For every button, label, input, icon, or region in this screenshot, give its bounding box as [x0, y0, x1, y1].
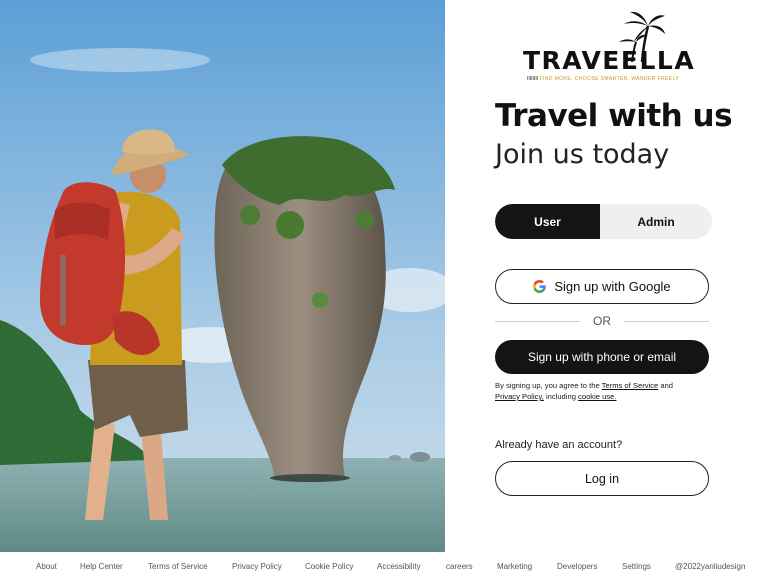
brand-tagline-text: FIND MORE. CHOOSE SMARTER. WANDER FREELY	[539, 76, 680, 82]
google-signup-button[interactable]: Sign up with Google	[495, 269, 709, 304]
footer-link-cookie[interactable]: Cookie Policy	[305, 562, 353, 571]
footer-link-help-center[interactable]: Help Center	[80, 562, 123, 571]
google-icon	[533, 280, 547, 293]
page-subtitle: Join us today	[495, 139, 670, 170]
terms-notice: By signing up, you agree to the Terms of…	[495, 380, 715, 402]
footer-link-developers[interactable]: Developers	[557, 562, 597, 571]
login-button[interactable]: Log in	[495, 461, 709, 496]
footer-link-settings[interactable]: Settings	[622, 562, 651, 571]
login-prompt: Already have an account?	[495, 439, 623, 451]
footer-link-marketing[interactable]: Marketing	[497, 562, 532, 571]
page-title: Travel with us	[495, 98, 733, 134]
signup-panel: TRAVEELLA IIIIIIII FIND MORE. CHOOSE SMA…	[445, 0, 778, 552]
footer-link-terms[interactable]: Terms of Service	[148, 562, 208, 571]
privacy-policy-link[interactable]: Privacy Policy,	[495, 392, 544, 401]
footer-link-accessibility[interactable]: Accessibility	[377, 562, 421, 571]
cookie-use-link[interactable]: cookie use.	[578, 392, 616, 401]
travel-photo	[0, 0, 445, 552]
role-option-user[interactable]: User	[495, 204, 600, 239]
footer-credit[interactable]: @2022yanliudesign	[675, 562, 745, 571]
role-option-admin[interactable]: Admin	[600, 204, 712, 239]
terms-of-service-link[interactable]: Terms of Service	[602, 381, 659, 390]
role-toggle: User Admin	[495, 204, 712, 239]
divider-line-right	[624, 321, 709, 322]
phone-email-signup-button[interactable]: Sign up with phone or email	[495, 340, 709, 374]
brand-tagline: IIIIIIII FIND MORE. CHOOSE SMARTER. WAND…	[527, 76, 680, 82]
brand-logo: TRAVEELLA IIIIIIII FIND MORE. CHOOSE SMA…	[523, 10, 694, 86]
brand-wordmark: TRAVEELLA	[523, 46, 696, 75]
terms-prefix: By signing up, you agree to the	[495, 381, 600, 390]
hero-image	[0, 0, 445, 552]
terms-including: including	[545, 392, 576, 401]
footer-link-about[interactable]: About	[36, 562, 57, 571]
or-divider: OR	[495, 313, 709, 329]
google-signup-label: Sign up with Google	[554, 279, 671, 294]
footer: About Help Center Terms of Service Priva…	[0, 552, 778, 580]
footer-link-privacy[interactable]: Privacy Policy	[232, 562, 282, 571]
terms-and: and	[660, 381, 674, 390]
footer-link-careers[interactable]: careers	[446, 562, 473, 571]
